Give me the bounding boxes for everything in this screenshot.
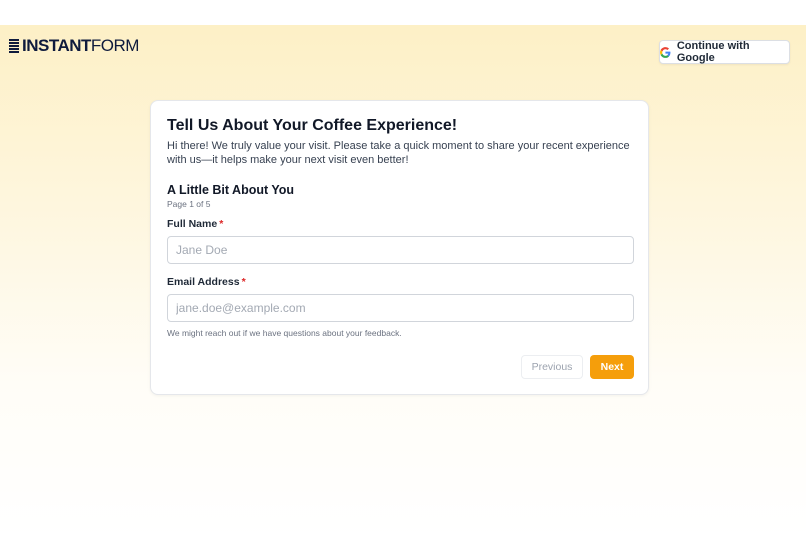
email-help-text: We might reach out if we have questions … — [167, 328, 402, 338]
full-name-label: Full Name * — [167, 218, 223, 230]
continue-with-google-button[interactable]: Continue with Google — [659, 40, 790, 64]
logo-wordmark-light: FORM — [90, 36, 140, 55]
form-card: Tell Us About Your Coffee Experience! Hi… — [150, 100, 649, 395]
logo-wordmark-bold: INSTANT — [22, 36, 91, 55]
required-asterisk: * — [219, 218, 224, 230]
logo-wordmark: INSTANTFORM — [22, 36, 140, 55]
page-indicator: Page 1 of 5 — [167, 199, 211, 209]
form-description: Hi there! We truly value your visit. Ple… — [167, 140, 630, 166]
email-address-label: Email Address * — [167, 276, 246, 288]
email-address-label-text: Email Address — [167, 276, 240, 288]
email-address-input[interactable] — [167, 294, 634, 322]
google-button-label: Continue with Google — [676, 40, 750, 64]
google-g-icon — [660, 46, 671, 58]
previous-button[interactable]: Previous — [521, 355, 583, 379]
full-name-label-text: Full Name — [167, 218, 218, 230]
required-asterisk: * — [241, 276, 246, 288]
section-title: A Little Bit About You — [167, 183, 295, 197]
form-title: Tell Us About Your Coffee Experience! — [167, 117, 458, 134]
instantform-logo[interactable]: INSTANTFORM — [9, 36, 140, 55]
logo-mark-icon — [9, 39, 19, 53]
full-name-input[interactable] — [167, 236, 634, 264]
next-button[interactable]: Next — [590, 355, 634, 379]
